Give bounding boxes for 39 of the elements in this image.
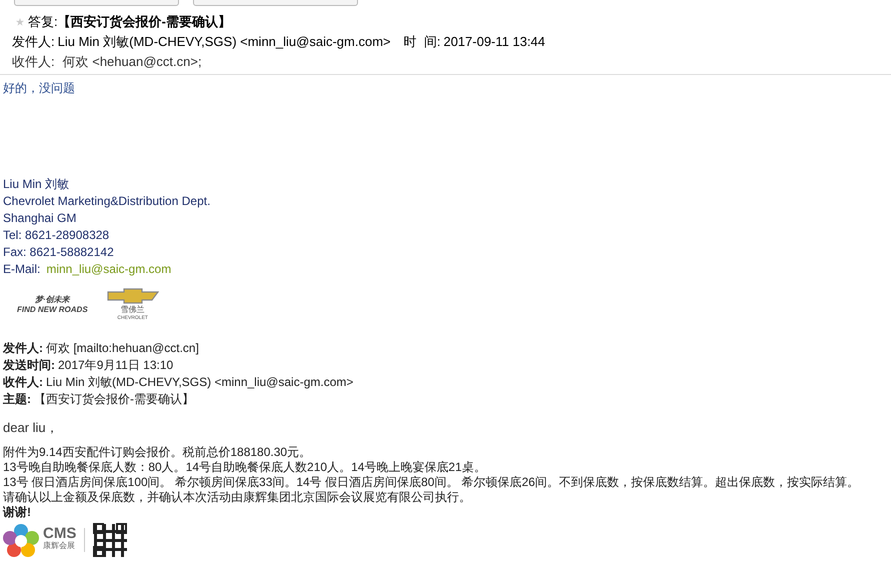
- thanks-text: 谢谢!: [3, 505, 31, 519]
- field-value: 【西安订货会报价-需要确认】: [34, 391, 194, 408]
- logo-text: FIND NEW ROADS: [17, 305, 88, 315]
- field-label: 发送时间:: [3, 357, 55, 374]
- logo-text: CMS: [43, 528, 76, 540]
- signature-line: Liu Min 刘敏: [3, 177, 70, 191]
- bowtie-icon: [106, 288, 160, 304]
- field-label: 发件人:: [3, 340, 43, 357]
- recipient-value: 何欢 <hehuan@cct.cn>;: [62, 53, 202, 72]
- body-line: 13号晚自助晚餐保底人数：80人。14号自助晚餐保底人数210人。14号晚上晚宴保底21桌。: [3, 460, 486, 474]
- logo-text: 雪佛兰: [120, 306, 145, 314]
- body-line: 13号 假日酒店房间保底100间。 希尔顿房间保底33间。14号 假日酒店房间保底80间。 希尔顿保底26间。不到保底数，按保底数结算。超出保底数，按实际结算。: [3, 475, 860, 489]
- star-icon: [16, 18, 24, 26]
- signature-line: Fax: 8621-58882142: [3, 245, 114, 259]
- field-value: 何欢 [mailto:hehuan@cct.cn]: [46, 340, 199, 357]
- logo-text: 梦·创未来: [35, 295, 70, 305]
- body-line: 附件为9.14西安配件订购会报价。税前总价188180.30元。: [3, 445, 312, 459]
- field-label: 主题:: [3, 391, 31, 408]
- sender-value: Liu Min 刘敏(MD-CHEVY,SGS) <minn_liu@saic-gm.com>: [58, 33, 391, 52]
- reply-text: 好的，没问题: [3, 80, 76, 96]
- email-link[interactable]: minn_liu@saic-gm.com: [46, 261, 172, 278]
- body-line: 请确认以上金额及保底数，并确认本次活动由康辉集团北京国际会议展览有限公司执行。: [3, 490, 471, 504]
- email-subject: 【西安订货会报价-需要确认】: [58, 13, 231, 32]
- field-label: 发件人:: [12, 33, 55, 52]
- signature-line: Tel: 8621-28908328: [3, 228, 110, 242]
- signature-line: Shanghai GM: [3, 211, 76, 225]
- qr-code-icon: [93, 523, 128, 557]
- field-label: 时 间:: [404, 33, 440, 52]
- field-value: Liu Min 刘敏(MD-CHEVY,SGS) <minn_liu@saic-gm.com>: [46, 374, 354, 391]
- signature-line: Chevrolet Marketing&Distribution Dept.: [3, 194, 210, 208]
- flower-icon: [3, 523, 39, 557]
- time-value: 2017-09-11 13:44: [443, 33, 546, 52]
- field-value: 2017年9月11日 13:10: [58, 357, 174, 374]
- greeting-text: dear liu，: [3, 419, 60, 435]
- field-label: 收件人:: [3, 374, 43, 391]
- logo-text: 康辉会展: [43, 540, 76, 552]
- subject-label: 答复:: [28, 13, 58, 32]
- field-label: 收件人:: [12, 53, 55, 72]
- email-label: E-Mail:: [3, 261, 40, 278]
